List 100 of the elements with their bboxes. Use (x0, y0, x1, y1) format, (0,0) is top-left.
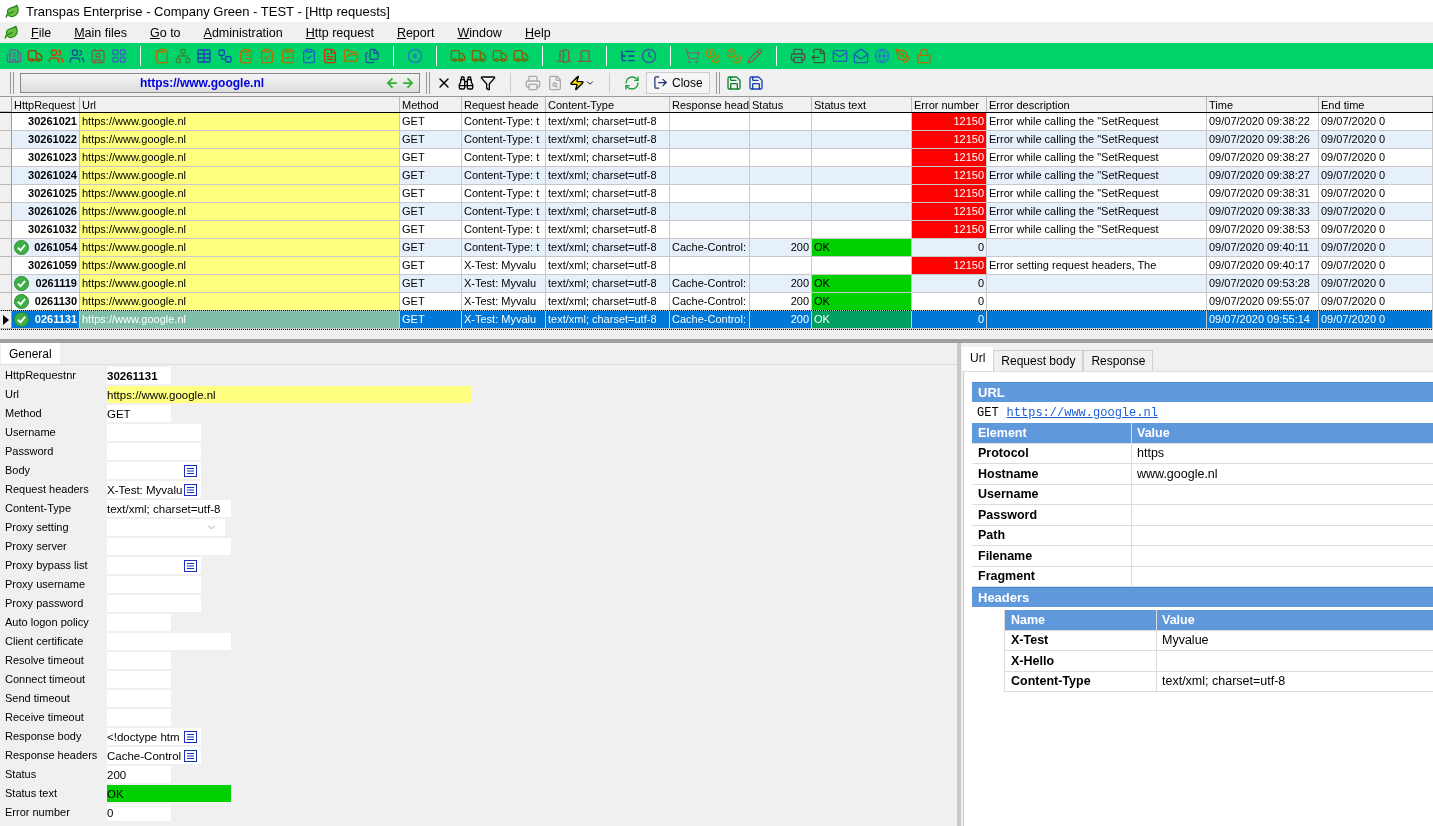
column-header[interactable]: Error number (912, 97, 987, 112)
column-header[interactable]: Content-Type (546, 97, 670, 112)
url-cell: https://www.google.nl (80, 203, 400, 221)
truck-icon[interactable] (471, 48, 487, 64)
pen-icon[interactable] (895, 48, 911, 64)
column-header[interactable]: Url (80, 97, 400, 112)
note-icon[interactable] (184, 464, 197, 477)
form-field[interactable]: OK (107, 785, 231, 802)
column-header[interactable]: HttpRequest (12, 97, 80, 112)
memo-field[interactable]: Cache-Control (107, 747, 201, 764)
column-header[interactable]: Error description (987, 97, 1207, 112)
clipboard-icon[interactable] (238, 48, 254, 64)
disc-icon[interactable] (407, 48, 423, 64)
column-header[interactable]: Response head (670, 97, 750, 112)
binoculars-icon[interactable] (458, 74, 474, 91)
menu-item[interactable]: Go to (137, 25, 192, 40)
clock-icon[interactable] (641, 48, 657, 64)
documents-icon[interactable] (364, 48, 380, 64)
row-indicator[interactable] (0, 311, 12, 329)
door-icon[interactable] (556, 48, 572, 64)
dropdown-field[interactable] (107, 519, 225, 536)
save-icon[interactable] (725, 74, 742, 91)
lock-icon[interactable] (916, 48, 932, 64)
record-number-field[interactable]: 30261131 (107, 367, 171, 384)
folder-icon[interactable] (343, 48, 359, 64)
table-icon[interactable] (196, 48, 212, 64)
menu-item[interactable]: Http request (293, 25, 385, 40)
truck-icon[interactable] (492, 48, 508, 64)
tab[interactable]: Response (1083, 350, 1154, 371)
tree-list-icon[interactable] (620, 48, 636, 64)
export-icon[interactable] (811, 48, 827, 64)
content-type-cell: text/xml; charset=utf-8 (546, 275, 670, 293)
close-button[interactable]: Close (646, 71, 710, 94)
contact-card-icon[interactable] (90, 48, 106, 64)
menu-item[interactable]: File (19, 25, 63, 40)
column-header[interactable]: Status text (812, 97, 912, 112)
note-icon[interactable] (184, 730, 197, 743)
coins-icon[interactable] (705, 48, 721, 64)
time-cell: 09/07/2020 09:40:17 (1207, 257, 1319, 275)
response-headers-cell: Cache-Control: (670, 311, 750, 329)
form-field[interactable]: GET (107, 405, 171, 422)
element-name-cell: Username (972, 484, 1132, 504)
note-icon[interactable] (184, 749, 197, 762)
truck-icon[interactable] (27, 48, 43, 64)
save-icon[interactable] (747, 74, 764, 91)
note-icon[interactable] (184, 559, 197, 572)
form-field[interactable]: https://www.google.nl (107, 386, 472, 403)
truck-icon[interactable] (450, 48, 466, 64)
tab[interactable]: Url (962, 347, 994, 371)
preview-icon[interactable] (547, 74, 563, 91)
url-cell: https://www.google.nl (80, 311, 400, 329)
globe-icon[interactable] (874, 48, 890, 64)
form-field[interactable]: 200 (107, 766, 171, 783)
menu-item[interactable]: Administration (191, 25, 294, 40)
clipboard-check-icon[interactable] (259, 48, 275, 64)
column-header[interactable]: Status (750, 97, 812, 112)
menu-item[interactable]: Window (445, 25, 513, 40)
menu-item[interactable]: Report (384, 25, 446, 40)
tab[interactable]: General (1, 343, 60, 364)
mail-icon[interactable] (853, 48, 869, 64)
menu-item[interactable]: Main files (62, 25, 138, 40)
pencil-icon[interactable] (747, 48, 763, 64)
network-icon[interactable] (175, 48, 191, 64)
lightning-icon[interactable] (569, 74, 585, 91)
building-icon[interactable] (6, 48, 22, 64)
clipboard-icon[interactable] (154, 48, 170, 64)
menu-item[interactable]: Help (512, 25, 562, 40)
door-icon[interactable] (577, 48, 593, 64)
printer-icon[interactable] (790, 48, 806, 64)
truck-icon[interactable] (513, 48, 529, 64)
form-field[interactable]: text/xml; charset=utf-8 (107, 500, 231, 517)
printer-icon[interactable] (525, 74, 541, 91)
document-icon[interactable] (322, 48, 338, 64)
column-header[interactable]: End time (1319, 97, 1433, 112)
row-indicator[interactable] (0, 293, 12, 311)
memo-field[interactable] (107, 462, 201, 479)
cart-icon[interactable] (684, 48, 700, 64)
form-field[interactable]: 0 (107, 804, 171, 821)
url-link[interactable]: https://www.google.nl (1006, 405, 1158, 420)
address-field[interactable]: https://www.google.nl (20, 72, 420, 93)
flowchart-icon[interactable] (217, 48, 233, 64)
memo-field[interactable] (107, 557, 201, 574)
column-header[interactable]: Time (1207, 97, 1319, 112)
note-icon[interactable] (184, 483, 197, 496)
memo-field[interactable]: X-Test: Myvalu (107, 481, 201, 498)
app-menu-icon[interactable] (4, 25, 19, 40)
time-cell: 09/07/2020 09:38:22 (1207, 113, 1319, 131)
coins-icon[interactable] (726, 48, 742, 64)
people-icon[interactable] (69, 48, 85, 64)
tab[interactable]: Request body (993, 350, 1084, 371)
refresh-icon[interactable] (624, 74, 640, 91)
clipboard-check-icon[interactable] (280, 48, 296, 64)
memo-field[interactable]: <!doctype htm (107, 728, 201, 745)
grid-icon[interactable] (111, 48, 127, 64)
mail-icon[interactable] (832, 48, 848, 64)
filter-icon[interactable] (480, 74, 496, 91)
people-icon[interactable] (48, 48, 64, 64)
clipboard-check-icon[interactable] (301, 48, 317, 64)
column-header[interactable]: Method (400, 97, 462, 112)
column-header[interactable]: Request heade (462, 97, 546, 112)
